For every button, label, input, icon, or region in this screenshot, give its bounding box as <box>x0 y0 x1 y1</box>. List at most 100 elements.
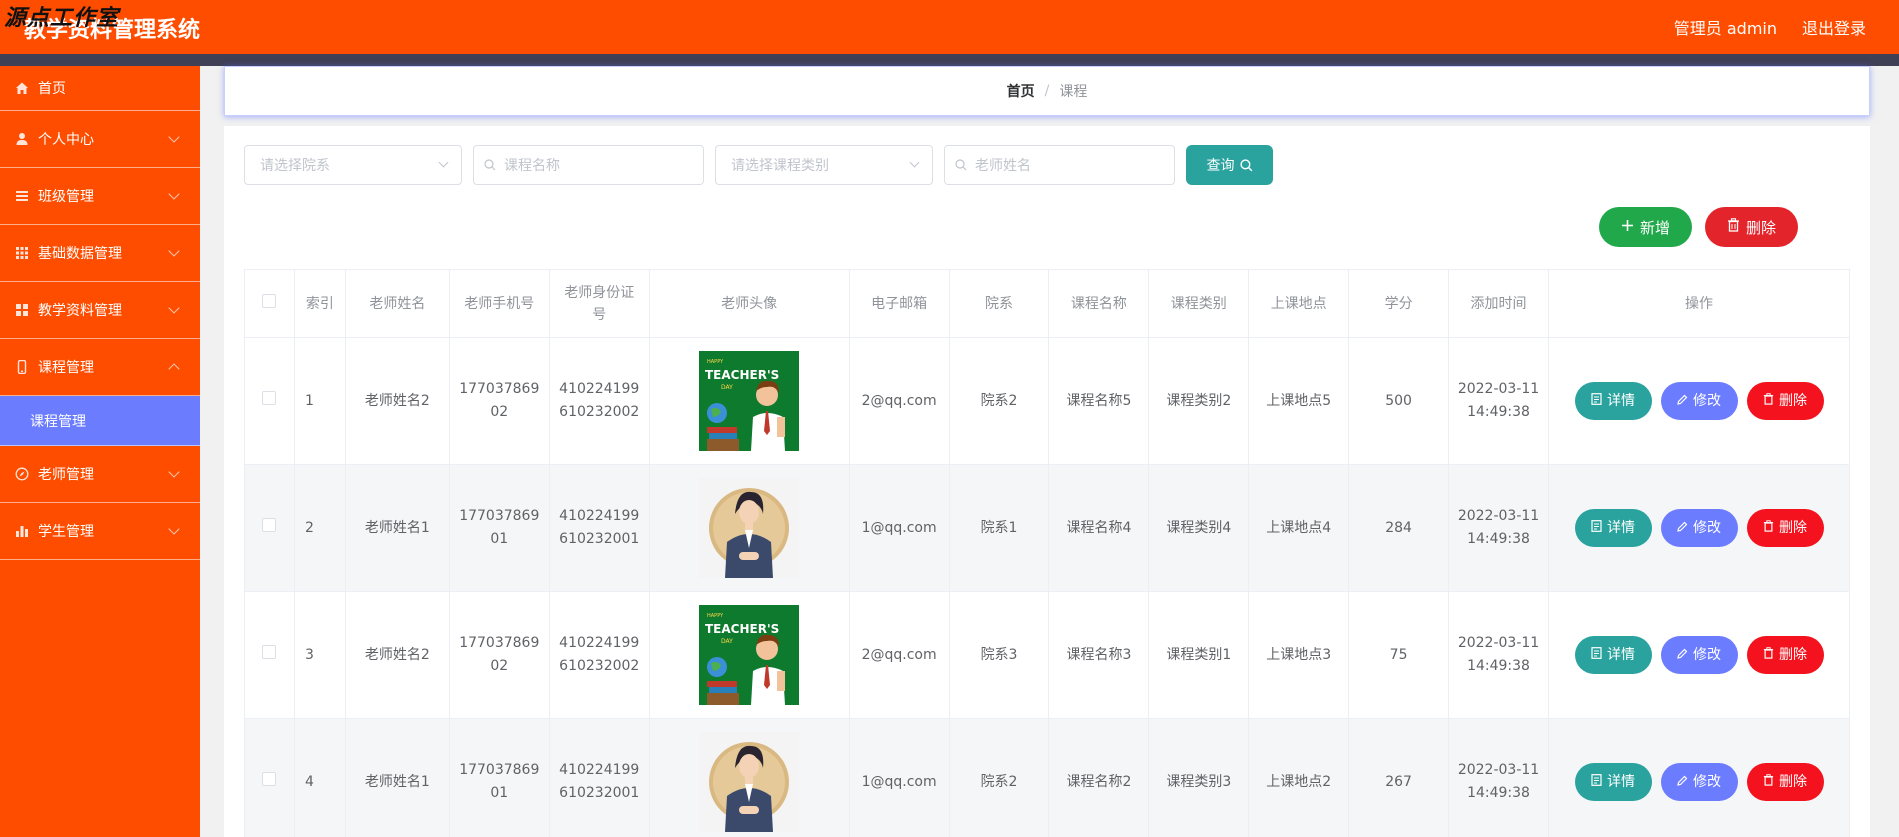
detail-button[interactable]: 详情 <box>1574 636 1652 674</box>
cell-actions: 详情 修改 删除 <box>1548 718 1850 837</box>
sidebar-item-course[interactable]: 课程管理 <box>0 339 200 396</box>
sidebar-item-label: 基础数据管理 <box>38 246 122 262</box>
detail-button[interactable]: 详情 <box>1574 763 1652 801</box>
cell-teacher-phone: 177037869 02 <box>448 591 550 719</box>
poster-text: HAPPY <box>707 613 724 619</box>
delete-button-label: 删除 <box>1779 392 1807 409</box>
sidebar-item-teaching-material[interactable]: 教学资料管理 <box>0 282 200 339</box>
teacher-name-input[interactable]: 老师姓名 <box>944 145 1175 185</box>
delete-button-label: 删除 <box>1779 773 1807 790</box>
cell-teacher-name: 老师姓名2 <box>344 337 450 465</box>
row-actions: 详情 修改 删除 <box>1549 509 1849 547</box>
time-line: 14:49:38 <box>1467 531 1530 547</box>
id-line: 410224199 <box>559 381 640 397</box>
cell-index: 1 <box>293 337 346 465</box>
id-line: 610232002 <box>559 404 640 420</box>
select-all-checkbox[interactable] <box>262 293 277 308</box>
home-icon <box>14 80 30 96</box>
table-row: 2 老师姓名1 177037869 01 410224199 610232001 1@qq… <box>244 464 1850 592</box>
course-name-input[interactable]: 课程名称 <box>473 145 704 185</box>
cell-location: 上课地点5 <box>1248 337 1350 465</box>
time-line: 14:49:38 <box>1467 404 1530 420</box>
chevron-down-icon <box>438 157 449 168</box>
detail-button[interactable]: 详情 <box>1574 509 1652 547</box>
watermark-text: 源点工作室 <box>4 6 120 31</box>
phone-line: 177037869 <box>459 635 540 651</box>
cell-teacher-id: 410224199 610232001 <box>548 718 650 837</box>
header-line: 老师身份证 <box>564 284 635 301</box>
search-icon <box>484 159 496 171</box>
cell-actions: 详情 修改 删除 <box>1548 464 1850 592</box>
column-header: 学分 <box>1348 269 1450 338</box>
detail-button-label: 详情 <box>1607 519 1635 536</box>
phone-icon <box>14 359 30 375</box>
row-checkbox[interactable] <box>262 771 277 786</box>
delete-button-label: 删除 <box>1779 646 1807 663</box>
batch-delete-button[interactable]: 删除 <box>1705 207 1798 247</box>
department-select[interactable]: 请选择院系 <box>244 145 462 185</box>
row-checkbox[interactable] <box>262 390 277 405</box>
cell-actions: 详情 修改 删除 <box>1548 337 1850 465</box>
edit-button[interactable]: 修改 <box>1660 509 1738 547</box>
sidebar-subitem-course-management[interactable]: 课程管理 <box>0 396 200 446</box>
id-line: 410224199 <box>559 635 640 651</box>
cell-course-name: 课程名称4 <box>1048 464 1150 592</box>
sidebar-item-label: 老师管理 <box>38 467 94 483</box>
column-header: 院系 <box>948 269 1050 338</box>
delete-button[interactable]: 删除 <box>1746 382 1824 420</box>
list-icon <box>14 188 30 204</box>
breadcrumb-home[interactable]: 首页 <box>1007 81 1035 101</box>
cell-teacher-id: 410224199 610232002 <box>548 591 650 719</box>
cell-teacher-name: 老师姓名1 <box>344 718 450 837</box>
cell-location: 上课地点4 <box>1248 464 1350 592</box>
phone-line: 02 <box>490 404 509 420</box>
row-actions: 详情 修改 删除 <box>1549 636 1849 674</box>
input-placeholder: 课程名称 <box>504 158 560 174</box>
sidebar: 首页 个人中心 班级管理 基础数据管理 教学资料管理 课程管理 课程管理 老师管… <box>0 66 200 837</box>
cell-course-type: 课程类别3 <box>1148 718 1250 837</box>
logout-link[interactable]: 退出登录 <box>1802 15 1866 39</box>
sidebar-item-label: 学生管理 <box>38 524 94 540</box>
column-header: 上课地点 <box>1248 269 1350 338</box>
apps-icon <box>14 302 30 318</box>
edit-button-label: 修改 <box>1693 392 1721 409</box>
document-icon <box>1591 390 1602 413</box>
sidebar-item-personal[interactable]: 个人中心 <box>0 111 200 168</box>
sidebar-item-teacher[interactable]: 老师管理 <box>0 446 200 503</box>
select-placeholder: 请选择院系 <box>260 158 330 174</box>
sidebar-item-label: 班级管理 <box>38 189 94 205</box>
sidebar-item-class[interactable]: 班级管理 <box>0 168 200 225</box>
edit-button[interactable]: 修改 <box>1660 763 1738 801</box>
delete-button[interactable]: 删除 <box>1746 763 1824 801</box>
bar-chart-icon <box>14 523 30 539</box>
chevron-down-icon <box>168 188 180 200</box>
sidebar-item-student[interactable]: 学生管理 <box>0 503 200 560</box>
detail-button[interactable]: 详情 <box>1574 382 1652 420</box>
detail-button-label: 详情 <box>1607 392 1635 409</box>
delete-button[interactable]: 删除 <box>1746 509 1824 547</box>
id-line: 610232001 <box>559 785 640 801</box>
grid-icon <box>14 245 30 261</box>
edit-button[interactable]: 修改 <box>1660 382 1738 420</box>
edit-button[interactable]: 修改 <box>1660 636 1738 674</box>
phone-line: 177037869 <box>459 508 540 524</box>
column-header: 老师头像 <box>648 269 850 338</box>
date-line: 2022-03-11 <box>1457 635 1540 651</box>
delete-button[interactable]: 删除 <box>1746 636 1824 674</box>
row-checkbox[interactable] <box>262 517 277 532</box>
sidebar-item-basic-data[interactable]: 基础数据管理 <box>0 225 200 282</box>
id-line: 610232001 <box>559 531 640 547</box>
course-type-select[interactable]: 请选择课程类别 <box>715 145 933 185</box>
query-button[interactable]: 查询 <box>1186 145 1273 185</box>
cell-email: 1@qq.com <box>848 464 950 592</box>
main-panel: 请选择院系 课程名称 请选择课程类别 老师姓名 查询 新增 删除 索引 老师姓名… <box>224 126 1870 837</box>
column-header: 操作 <box>1548 269 1850 338</box>
row-checkbox[interactable] <box>262 644 277 659</box>
sidebar-item-home[interactable]: 首页 <box>0 66 200 111</box>
search-icon <box>1239 158 1252 171</box>
row-actions: 详情 修改 删除 <box>1549 382 1849 420</box>
poster-text: TEACHER'S <box>705 622 779 636</box>
cell-created-time: 2022-03-11 14:49:38 <box>1448 337 1549 465</box>
cell-teacher-avatar: HAPPY TEACHER'S DAY <box>648 591 850 719</box>
add-button[interactable]: 新增 <box>1599 207 1692 247</box>
